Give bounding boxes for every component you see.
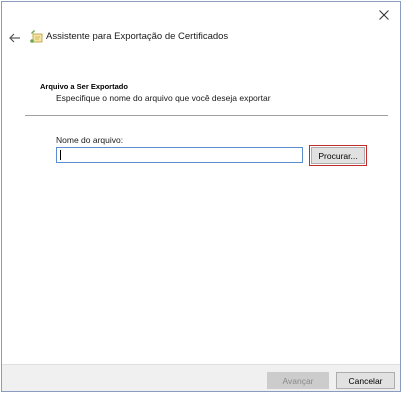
next-button[interactable]: Avançar (267, 372, 329, 389)
browse-button-label: Procurar... (311, 147, 365, 164)
file-name-label: Nome do arquivo: (56, 135, 124, 145)
close-icon (379, 10, 389, 20)
export-certificate-wizard-window: Assistente para Exportação de Certificad… (1, 1, 401, 392)
back-button[interactable] (7, 30, 23, 46)
browse-button[interactable]: Procurar... (309, 145, 367, 166)
header-divider (25, 115, 388, 116)
text-caret (60, 150, 61, 160)
file-name-input[interactable] (56, 147, 303, 163)
back-arrow-icon (9, 33, 20, 43)
section-heading: Arquivo a Ser Exportado (40, 82, 128, 91)
certificate-wizard-icon (30, 30, 43, 43)
close-button[interactable] (374, 6, 394, 24)
wizard-title: Assistente para Exportação de Certificad… (46, 31, 229, 42)
section-description: Especifique o nome do arquivo que você d… (56, 93, 271, 103)
cancel-button[interactable]: Cancelar (336, 372, 395, 389)
wizard-footer: Avançar Cancelar (2, 364, 400, 391)
